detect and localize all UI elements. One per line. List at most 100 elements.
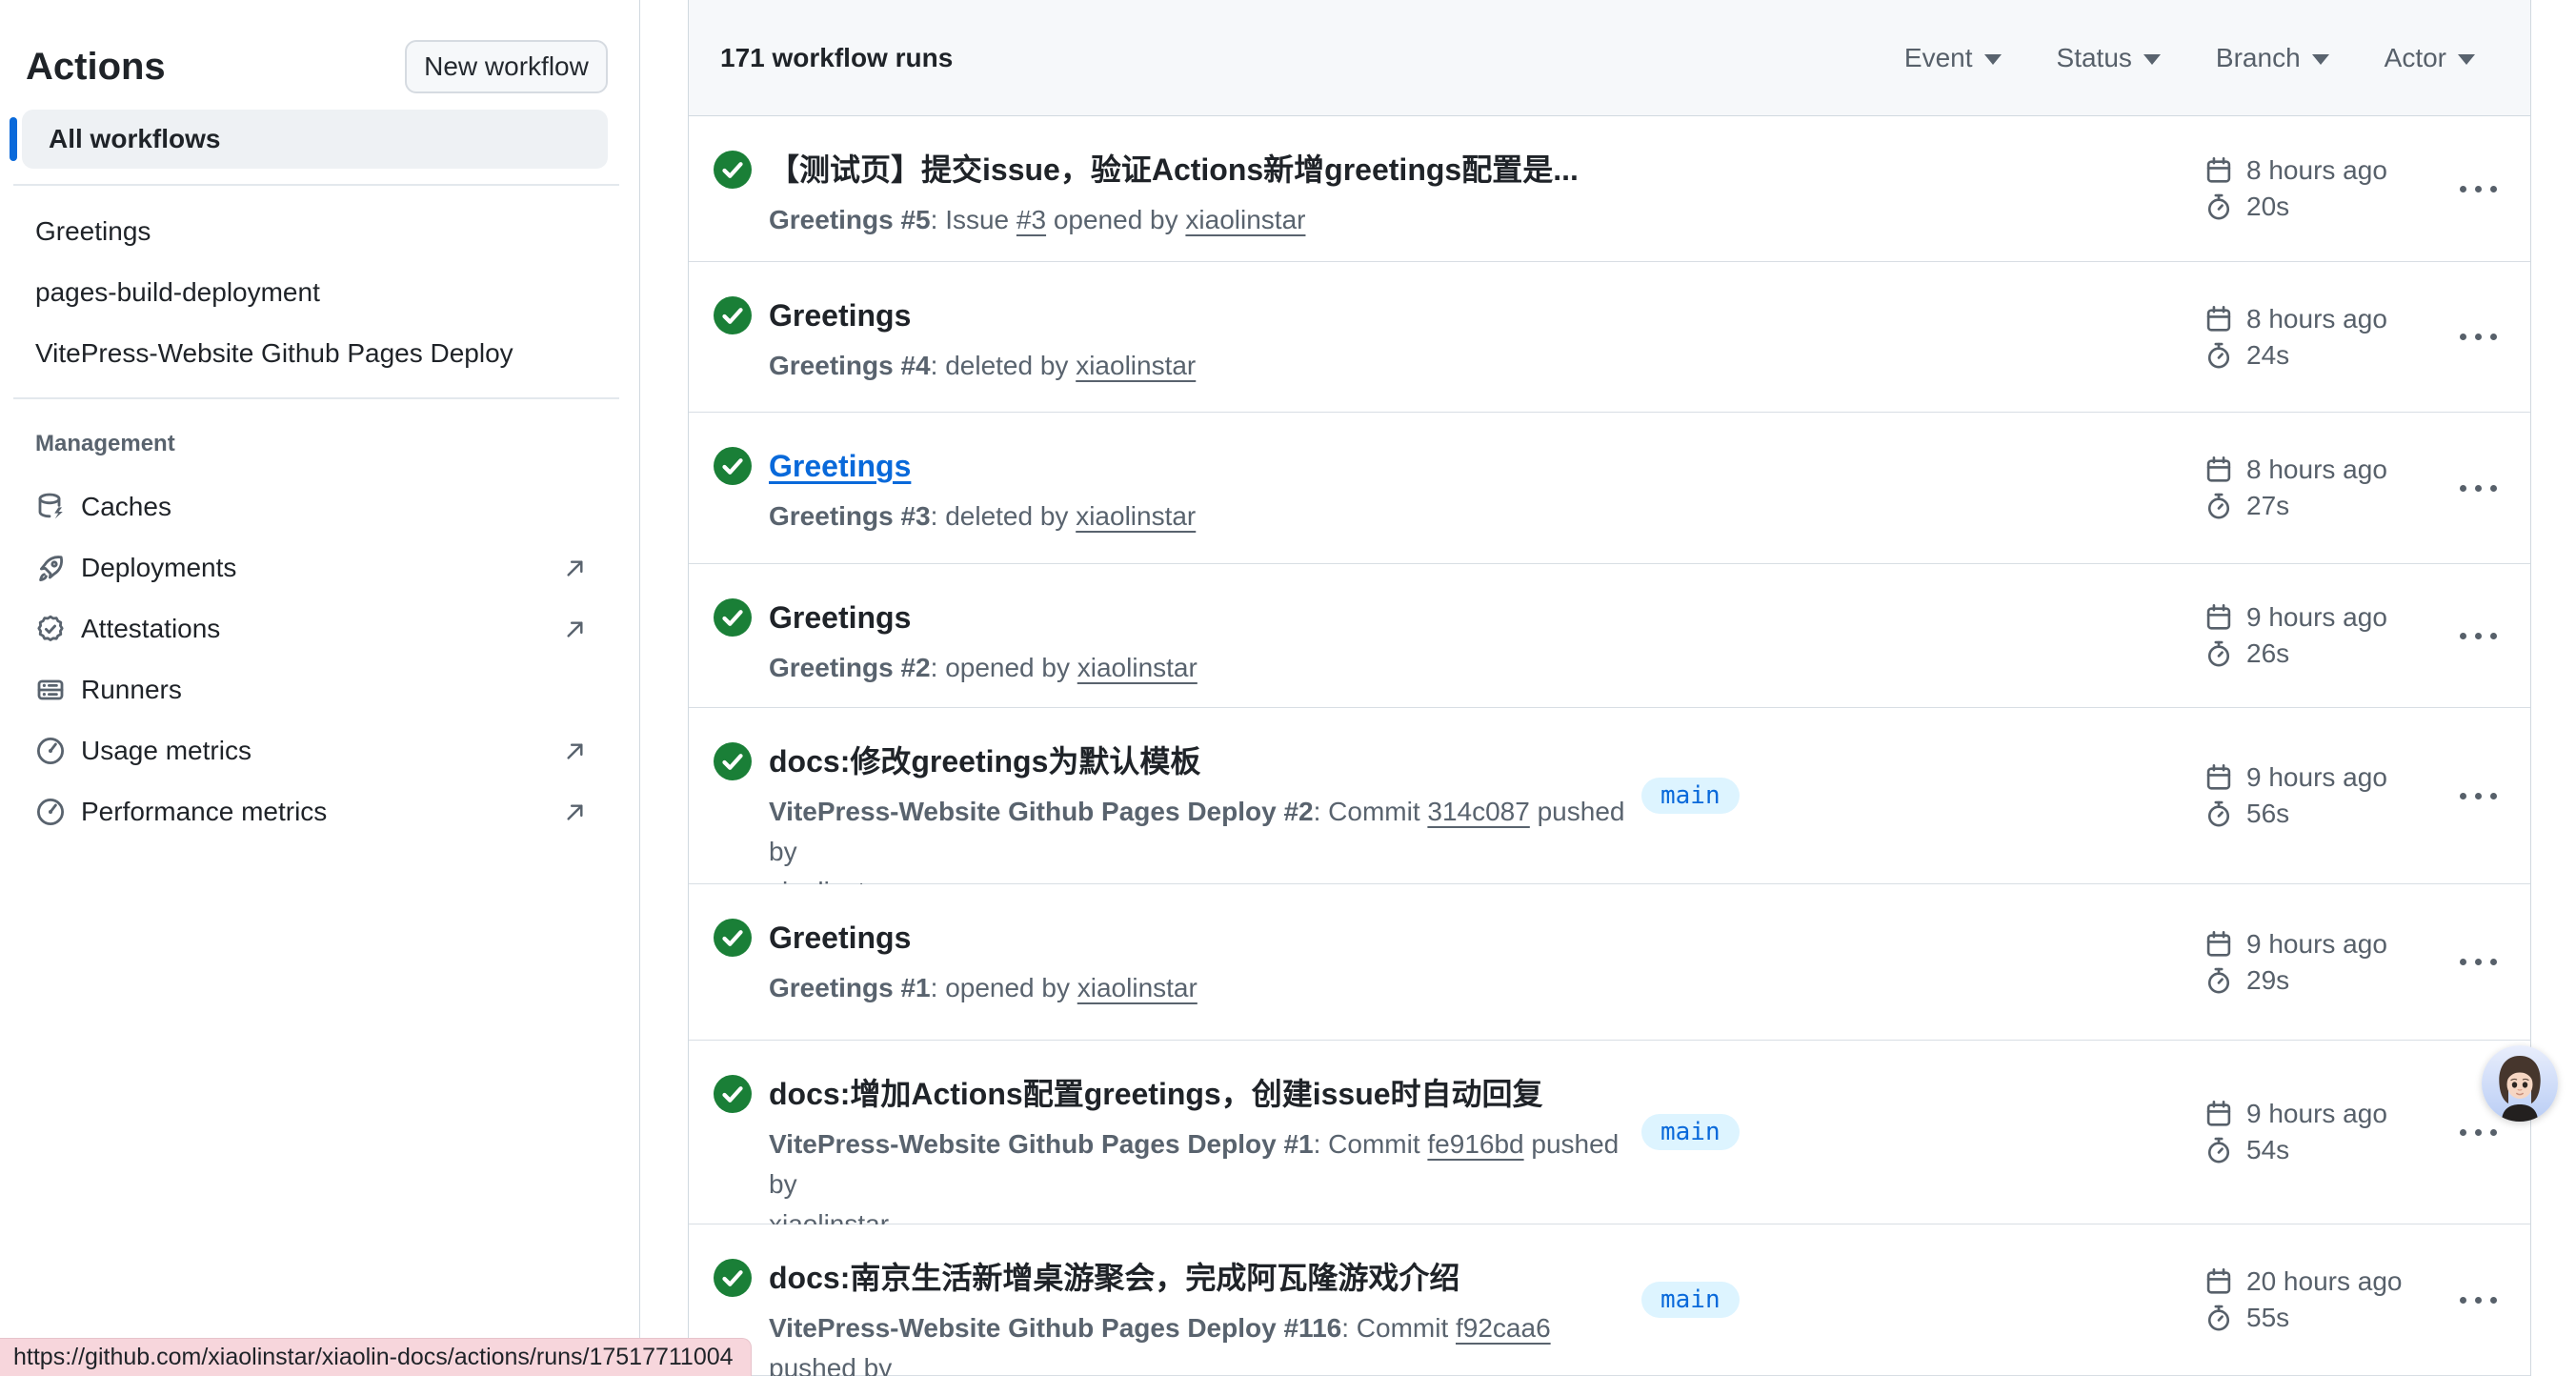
sidebar-item-label: Caches xyxy=(81,492,171,522)
run-time-line: 9 hours ago xyxy=(2204,1099,2387,1129)
run-title-link[interactable]: Greetings xyxy=(769,917,1197,959)
run-duration: 55s xyxy=(2246,1303,2289,1333)
success-check-icon xyxy=(714,1075,752,1113)
subtitle-link[interactable]: fe916bd xyxy=(1427,1129,1523,1159)
run-time: 9 hours ago xyxy=(2246,929,2387,960)
run-time-line: 9 hours ago xyxy=(2204,762,2387,793)
management-list: Caches Deployments AttestationsRunnersUsag… xyxy=(0,476,640,842)
subtitle-text: : Commit xyxy=(1341,1313,1456,1343)
workflow-run-row: GreetingsGreetings #3: deleted by xiaoli… xyxy=(689,413,2530,564)
sidebar-item-usage-metrics[interactable]: Usage metrics xyxy=(0,720,640,781)
run-subtitle: Greetings #1: opened by xiaolinstar xyxy=(769,968,1197,1008)
run-title-link[interactable]: Greetings xyxy=(769,445,1196,487)
divider xyxy=(13,184,619,186)
sidebar-item-all-workflows[interactable]: All workflows xyxy=(22,110,608,169)
subtitle-link[interactable]: #3 xyxy=(1016,205,1046,234)
run-duration-line: 55s xyxy=(2204,1303,2402,1333)
kebab-menu-button[interactable] xyxy=(2447,314,2508,360)
subtitle-text: : opened by xyxy=(931,973,1077,1002)
filter-branch[interactable]: Branch xyxy=(2216,43,2329,73)
run-time-line: 9 hours ago xyxy=(2204,929,2387,960)
subtitle-link[interactable]: xiaolinstar xyxy=(1076,351,1196,380)
cache-icon xyxy=(35,492,66,522)
kebab-menu-button[interactable] xyxy=(2447,465,2508,511)
sidebar-item-runners[interactable]: Runners xyxy=(0,659,640,720)
filter-label: Actor xyxy=(2385,43,2446,73)
workflow-run-row: Greetings Greetings #1: opened by xiaolin… xyxy=(689,884,2530,1041)
run-subtitle: Greetings #2: opened by xiaolinstar xyxy=(769,648,1197,688)
run-duration: 24s xyxy=(2246,340,2289,371)
filter-actor[interactable]: Actor xyxy=(2385,43,2475,73)
sidebar-item-workflow[interactable]: pages-build-deployment xyxy=(0,262,640,323)
stopwatch-icon xyxy=(2204,192,2233,221)
run-meta: 9 hours ago 56s xyxy=(2204,762,2387,829)
run-text: docs:南京生活新增桌游聚会，完成阿瓦隆游戏介绍 VitePress-Websi… xyxy=(769,1257,1626,1376)
run-meta: 8 hours ago27s xyxy=(2204,455,2387,521)
run-title-link[interactable]: Greetings xyxy=(769,294,1196,336)
sidebar-item-attestations[interactable]: Attestations xyxy=(0,598,640,659)
calendar-icon xyxy=(2204,1100,2233,1128)
subtitle-link[interactable]: xiaolinstar xyxy=(1076,501,1196,531)
page-title: Actions xyxy=(26,46,166,89)
run-title-link[interactable]: Greetings xyxy=(769,597,1197,638)
run-title-link[interactable]: docs:修改greetings为默认模板 xyxy=(769,740,1607,782)
assistant-avatar[interactable] xyxy=(2482,1045,2558,1122)
run-meta: 20 hours ago55s xyxy=(2204,1266,2402,1333)
subtitle-text: : deleted by xyxy=(931,501,1077,531)
sidebar-item-performance-metrics[interactable]: Performance metrics xyxy=(0,781,640,842)
run-duration: 56s xyxy=(2246,799,2289,829)
chevron-down-icon xyxy=(2458,54,2475,65)
branch-badge[interactable]: main xyxy=(1641,1114,1740,1150)
run-time: 9 hours ago xyxy=(2246,1099,2387,1129)
new-workflow-button[interactable]: New workflow xyxy=(405,40,608,93)
filter-status[interactable]: Status xyxy=(2057,43,2161,73)
sidebar-item-deployments[interactable]: Deployments xyxy=(0,537,640,598)
run-meta: 9 hours ago 54s xyxy=(2204,1099,2387,1165)
subtitle-link[interactable]: 314c087 xyxy=(1427,797,1529,826)
run-subtitle: VitePress-Website Github Pages Deploy #1… xyxy=(769,1308,1626,1376)
run-text: GreetingsGreetings #3: deleted by xiaoli… xyxy=(769,445,1196,536)
subtitle-link[interactable]: xiaolinstar xyxy=(1077,653,1197,682)
filters: Event Status Branch Actor xyxy=(1904,43,2475,73)
chevron-down-icon xyxy=(2143,54,2161,65)
run-subtitle: Greetings #4: deleted by xiaolinstar xyxy=(769,346,1196,386)
stopwatch-icon xyxy=(2204,639,2233,668)
branch-badge[interactable]: main xyxy=(1641,1282,1740,1318)
branch-badge[interactable]: main xyxy=(1641,778,1740,814)
run-time: 8 hours ago xyxy=(2246,304,2387,334)
verified-icon xyxy=(35,614,66,644)
kebab-menu-button[interactable] xyxy=(2447,166,2508,212)
run-title-link[interactable]: 【测试页】提交issue，验证Actions新增greetings配置是... xyxy=(769,149,1579,191)
sidebar-item-workflow[interactable]: Greetings xyxy=(0,201,640,262)
run-summary: docs:增加Actions配置greetings，创建issue时自动回复 Vi… xyxy=(714,1073,1626,1244)
workflow-run-row: Greetings Greetings #4: deleted by xiaoli… xyxy=(689,262,2530,413)
workflow-run-row: docs:南京生活新增桌游聚会，完成阿瓦隆游戏介绍 VitePress-Websi… xyxy=(689,1224,2530,1376)
run-duration: 54s xyxy=(2246,1135,2289,1165)
run-time: 9 hours ago xyxy=(2246,762,2387,793)
run-duration: 20s xyxy=(2246,192,2289,222)
stopwatch-icon xyxy=(2204,1304,2233,1332)
sidebar-item-caches[interactable]: Caches xyxy=(0,476,640,537)
workflow-list: Greetingspages-build-deploymentVitePress… xyxy=(0,201,640,384)
subtitle-link[interactable]: f92caa6 xyxy=(1456,1313,1551,1343)
workflow-run-name: Greetings #2 xyxy=(769,653,931,682)
run-title-link[interactable]: docs:增加Actions配置greetings，创建issue时自动回复 xyxy=(769,1073,1607,1115)
run-text: docs:增加Actions配置greetings，创建issue时自动回复 Vi… xyxy=(769,1073,1626,1244)
subtitle-link[interactable]: xiaolinstar xyxy=(1077,973,1197,1002)
subtitle-link[interactable]: xiaolinstar xyxy=(1185,205,1305,234)
kebab-menu-button[interactable] xyxy=(2447,613,2508,658)
success-check-icon xyxy=(714,151,752,189)
stopwatch-icon xyxy=(2204,341,2233,370)
sidebar-item-workflow[interactable]: VitePress-Website Github Pages Deploy xyxy=(0,323,640,384)
run-title-link[interactable]: docs:南京生活新增桌游聚会，完成阿瓦隆游戏介绍 xyxy=(769,1257,1607,1299)
kebab-menu-button[interactable] xyxy=(2447,773,2508,819)
sidebar-item-label: Deployments xyxy=(81,553,236,583)
kebab-menu-button[interactable] xyxy=(2447,940,2508,985)
run-meta: 9 hours ago 29s xyxy=(2204,929,2387,996)
run-duration-line: 29s xyxy=(2204,965,2387,996)
workflow-run-name: VitePress-Website Github Pages Deploy #1 xyxy=(769,1129,1314,1159)
calendar-icon xyxy=(2204,763,2233,792)
kebab-menu-button[interactable] xyxy=(2447,1277,2508,1323)
run-time-line: 9 hours ago xyxy=(2204,602,2387,633)
filter-event[interactable]: Event xyxy=(1904,43,2002,73)
